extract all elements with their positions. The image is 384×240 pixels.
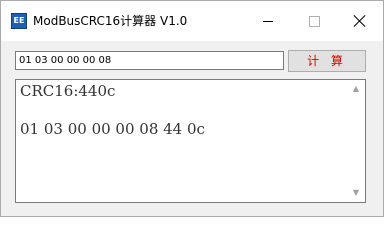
vertical-scrollbar[interactable]: ▲ ▼ — [348, 80, 365, 202]
maximize-icon — [308, 15, 320, 27]
app-logo-icon: EE — [11, 13, 27, 29]
scroll-down-arrow-icon[interactable]: ▼ — [352, 189, 360, 197]
hex-input-field[interactable] — [15, 51, 284, 70]
minimize-button[interactable] — [245, 1, 291, 41]
window-title: ModBusCRC16计算器 V1.0 — [33, 14, 188, 28]
close-icon — [354, 15, 366, 27]
crc-result-text: CRC16:440c — [20, 82, 116, 100]
result-textarea[interactable]: CRC16:440c 01 03 00 00 00 08 44 0c ▲ ▼ — [15, 79, 366, 203]
maximize-button[interactable] — [291, 1, 337, 41]
scroll-up-arrow-icon[interactable]: ▲ — [352, 85, 360, 93]
close-button[interactable] — [337, 1, 383, 41]
frame-result-text: 01 03 00 00 00 08 44 0c — [20, 120, 205, 138]
app-window: EE ModBusCRC16计算器 V1.0 计 算 CRC16:440c 01… — [0, 0, 384, 217]
minimize-icon — [263, 20, 273, 22]
calculate-button[interactable]: 计 算 — [288, 50, 366, 72]
title-bar[interactable]: EE ModBusCRC16计算器 V1.0 — [1, 1, 383, 41]
